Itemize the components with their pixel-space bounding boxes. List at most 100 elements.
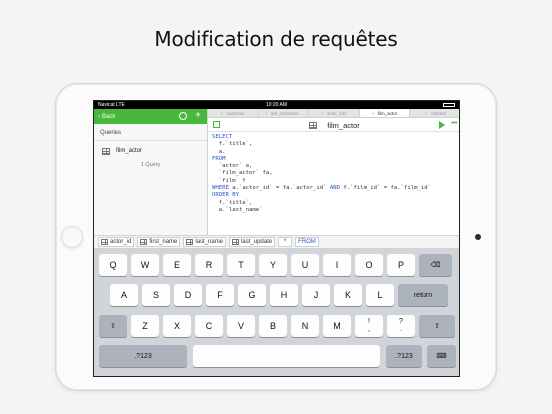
sql-token: f.`title`, [212,199,253,206]
hide-keyboard-key[interactable]: ⌨ [427,345,456,367]
key-x[interactable]: X [163,315,191,337]
key-g[interactable]: G [238,284,266,306]
tab-1[interactable]: × get_customer... [259,109,310,117]
close-icon[interactable]: × [265,111,268,116]
add-query-button[interactable]: + [195,110,201,122]
key-label: L [377,290,383,300]
sidebar-header: ‹ Back + [94,109,207,124]
sql-token: f.`film_id` = fa.`film_id` [340,185,431,192]
shift-key[interactable]: ⇧ [99,315,127,337]
column-icon [140,239,148,245]
key-q[interactable]: Q [99,254,127,276]
suggestion-label: actor_id [110,239,132,245]
key-label: X [173,321,180,331]
key-b[interactable]: B [259,315,287,337]
onscreen-keyboard: Q W E R T Y U I O P ⌫ A S D F G H J K Lreturn ⇧ Z X C V B N M!,?. ⇧.… [94,249,459,376]
key-j[interactable]: J [302,284,330,306]
key-n[interactable]: N [291,315,319,337]
key-i[interactable]: I [323,254,351,276]
code-line: FROM [212,156,457,163]
suggestion-chip[interactable]: FROM [295,237,319,247]
code-line: a. [212,149,457,156]
autocomplete-bar: actor_id first_name last_name last_update * F… [94,235,459,249]
key-label: V [237,321,244,331]
close-icon[interactable]: × [321,111,324,116]
space-key[interactable] [193,345,380,367]
app-screen: Navicat LTE 10:20 AM ‹ Back + Queries fi… [93,100,460,377]
key-label: W [140,260,150,270]
sql-keyword: WHERE [212,185,229,192]
key-u[interactable]: U [291,254,319,276]
tab-label: get_customer... [270,110,302,116]
key-label: K [344,290,351,300]
key-m[interactable]: M [323,315,351,337]
key-f[interactable]: F [206,284,234,306]
status-bar: Navicat LTE 10:20 AM [94,101,459,109]
page-headline: Modification de requêtes [154,27,398,51]
key-label: M [333,321,341,331]
sql-keyword: FROM [212,155,226,162]
home-button[interactable] [61,226,83,248]
key-c[interactable]: C [195,315,223,337]
suggestion-label: last_name [195,239,224,245]
tab-0[interactable]: × customer [208,109,259,117]
key-label: E [173,260,180,270]
code-line: ORDER BY [212,192,457,199]
close-icon[interactable]: × [372,111,375,116]
key-o[interactable]: O [355,254,383,276]
suggestion-label: * [283,239,287,245]
numbers-key-right[interactable]: .?123 [386,345,422,367]
sql-keyword: ORDER BY [212,192,239,199]
key-y[interactable]: Y [259,254,287,276]
more-icon[interactable]: ••• [451,120,457,127]
key-label: B [269,321,276,331]
tab-3[interactable]: × film_actor [359,109,411,117]
sidebar-item-film-actor[interactable]: film_actor [94,144,207,158]
key-label: F [217,290,223,300]
key-label: Q [109,260,117,270]
run-icon[interactable] [439,121,445,129]
return-key[interactable]: return [398,284,448,306]
suggestion-chip[interactable]: actor_id [98,237,135,247]
key-p[interactable]: P [387,254,415,276]
key-k[interactable]: K [334,284,362,306]
sql-editor[interactable]: SELECT f.`title`, a. FROM `actor` a, `fil… [212,134,457,232]
key-exclamation-comma[interactable]: !, [355,315,383,337]
editor-title: film_actor [208,121,459,130]
suggestion-chip[interactable]: first_name [137,237,181,247]
key-l[interactable]: L [366,284,394,306]
key-label: H [280,290,288,300]
clock: 10:20 AM [265,102,288,108]
key-a[interactable]: A [110,284,138,306]
suggestion-chip[interactable]: * [278,237,293,247]
editor-title-label: film_actor [327,121,360,130]
key-label: .?123 [134,352,152,360]
gear-icon[interactable] [179,112,187,120]
back-button[interactable]: ‹ Back [98,114,115,120]
close-icon[interactable]: × [425,111,428,116]
key-w[interactable]: W [131,254,159,276]
key-r[interactable]: R [195,254,223,276]
key-label: N [301,321,309,331]
key-label: O [365,260,373,270]
numbers-key-left[interactable]: .?123 [99,345,187,367]
suggestion-chip[interactable]: last_update [229,237,276,247]
code-line: `actor` a, [212,163,457,170]
key-z[interactable]: Z [131,315,159,337]
key-t[interactable]: T [227,254,255,276]
backspace-key[interactable]: ⌫ [419,254,452,276]
query-tabs: × customer × get_customer... × actor_info × fil… [208,109,459,118]
sql-keyword: AND [329,185,340,192]
tab-4[interactable]: × Untitled [410,109,459,117]
suggestion-chip[interactable]: last_name [183,237,227,247]
key-v[interactable]: V [227,315,255,337]
back-label: Back [102,113,116,120]
close-icon[interactable]: × [221,111,224,116]
shift-key-right[interactable]: ⇧ [419,315,455,337]
key-d[interactable]: D [174,284,202,306]
key-s[interactable]: S [142,284,170,306]
key-question-period[interactable]: ?. [387,315,415,337]
tab-2[interactable]: × actor_info [309,109,360,117]
key-h[interactable]: H [270,284,298,306]
key-e[interactable]: E [163,254,191,276]
